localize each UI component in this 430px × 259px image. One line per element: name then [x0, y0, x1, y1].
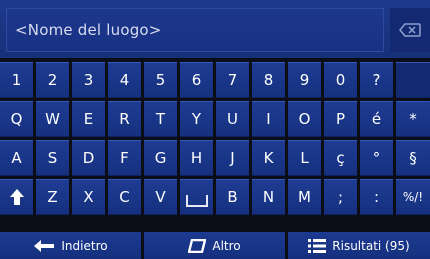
- key-v[interactable]: V: [144, 179, 177, 215]
- search-bar: <Nome del luogo>: [0, 0, 430, 60]
- key-d[interactable]: D: [72, 140, 105, 176]
- key-m[interactable]: M: [288, 179, 321, 215]
- key-row-a: A S D F G H J K L ç ° §: [0, 140, 430, 176]
- other-button[interactable]: Altro: [144, 232, 285, 259]
- key-t[interactable]: T: [144, 101, 177, 137]
- key-y[interactable]: Y: [180, 101, 213, 137]
- key-x[interactable]: X: [72, 179, 105, 215]
- key-5[interactable]: 5: [144, 62, 177, 98]
- key-j[interactable]: J: [216, 140, 249, 176]
- results-button[interactable]: Risultati (95): [288, 232, 430, 259]
- key-row-z: Z X C V B N M ; : %/!: [0, 179, 430, 215]
- key-g[interactable]: G: [144, 140, 177, 176]
- space-key[interactable]: [180, 179, 213, 215]
- key-symbols[interactable]: %/!: [396, 179, 430, 215]
- key-z[interactable]: Z: [36, 179, 69, 215]
- key-r[interactable]: R: [108, 101, 141, 137]
- key-7[interactable]: 7: [216, 62, 249, 98]
- map-shape-icon: [188, 238, 207, 253]
- key-s[interactable]: S: [36, 140, 69, 176]
- key-l[interactable]: L: [288, 140, 321, 176]
- key-1[interactable]: 1: [0, 62, 33, 98]
- key-e[interactable]: E: [72, 101, 105, 137]
- space-bar-icon: [185, 195, 208, 207]
- key-3[interactable]: 3: [72, 62, 105, 98]
- key-question[interactable]: ?: [360, 62, 393, 98]
- other-label: Altro: [212, 238, 241, 253]
- key-asterisk[interactable]: *: [396, 101, 430, 137]
- key-b[interactable]: B: [216, 179, 249, 215]
- key-row-numbers: 1 2 3 4 5 6 7 8 9 0 ?: [0, 62, 430, 98]
- key-w[interactable]: W: [36, 101, 69, 137]
- key-8[interactable]: 8: [252, 62, 285, 98]
- backspace-button[interactable]: [390, 8, 430, 52]
- back-label: Indietro: [61, 238, 108, 253]
- key-degree[interactable]: °: [360, 140, 393, 176]
- key-a[interactable]: A: [0, 140, 33, 176]
- key-semicolon[interactable]: ;: [324, 179, 357, 215]
- left-arrow-icon: [34, 239, 55, 252]
- key-k[interactable]: K: [252, 140, 285, 176]
- back-button[interactable]: Indietro: [0, 232, 141, 259]
- key-i[interactable]: I: [252, 101, 285, 137]
- backspace-icon: [399, 23, 421, 37]
- key-u[interactable]: U: [216, 101, 249, 137]
- key-4[interactable]: 4: [108, 62, 141, 98]
- key-colon[interactable]: :: [360, 179, 393, 215]
- key-empty: [396, 62, 430, 98]
- results-label: Risultati (95): [332, 238, 410, 253]
- bottom-bar: Indietro Altro Risultati (95): [0, 232, 430, 259]
- key-c-cedilla[interactable]: ç: [324, 140, 357, 176]
- key-2[interactable]: 2: [36, 62, 69, 98]
- key-row-q: Q W E R T Y U I O P é *: [0, 101, 430, 137]
- key-o[interactable]: O: [288, 101, 321, 137]
- place-name-input[interactable]: <Nome del luogo>: [6, 8, 384, 52]
- key-0[interactable]: 0: [324, 62, 357, 98]
- key-q[interactable]: Q: [0, 101, 33, 137]
- list-icon: [308, 238, 327, 253]
- key-h[interactable]: H: [180, 140, 213, 176]
- key-e-acute[interactable]: é: [360, 101, 393, 137]
- shift-arrow-icon: [9, 189, 24, 205]
- key-n[interactable]: N: [252, 179, 285, 215]
- key-9[interactable]: 9: [288, 62, 321, 98]
- key-p[interactable]: P: [324, 101, 357, 137]
- key-f[interactable]: F: [108, 140, 141, 176]
- key-6[interactable]: 6: [180, 62, 213, 98]
- key-section[interactable]: §: [396, 140, 430, 176]
- shift-key[interactable]: [0, 179, 33, 215]
- key-c[interactable]: C: [108, 179, 141, 215]
